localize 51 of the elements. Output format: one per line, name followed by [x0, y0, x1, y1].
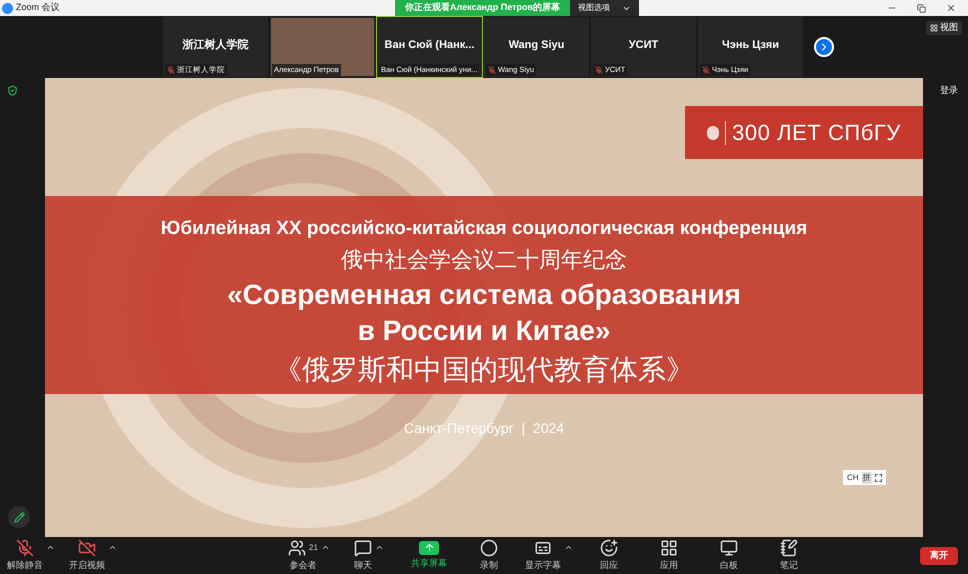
slide-heading: 《俄罗斯和中国的现代教育体系》: [274, 352, 694, 388]
logo-text: 300 ЛЕТ СПбГУ: [732, 119, 901, 147]
toolbar-button[interactable]: 共享屏幕: [411, 540, 447, 570]
window-title: Zoom 会议: [16, 1, 60, 14]
apps-icon: [660, 538, 678, 557]
slide-heading: 俄中社会学会议二十周年纪念: [341, 246, 627, 274]
sign-in-button[interactable]: 登录: [940, 84, 958, 98]
participant-name: УСИТ: [628, 38, 658, 53]
input-mode-label: CH: [847, 472, 859, 484]
pinyin-label: 拼: [862, 472, 872, 484]
share-screen-icon: [419, 540, 439, 555]
record-icon: [480, 538, 498, 557]
toolbar-button[interactable]: 聊天: [354, 538, 372, 572]
slide-heading: Юбилейная XX российско-китайская социологическая конференция: [160, 217, 808, 241]
toolbar-button[interactable]: 笔记: [780, 538, 798, 572]
participant-name: Ван Сюй (Нанк...: [384, 38, 474, 53]
view-button[interactable]: 视图: [926, 21, 962, 35]
toolbar-button[interactable]: 显示字幕: [525, 538, 561, 572]
next-page-button[interactable]: [814, 37, 834, 57]
expand-icon: [874, 474, 882, 482]
toolbar-button[interactable]: 21 参会者: [288, 538, 318, 572]
toolbar-button[interactable]: 白板: [720, 538, 738, 572]
shield-check-icon: [7, 85, 18, 96]
participant-name: Wang Siyu: [508, 38, 564, 53]
view-options-button[interactable]: 视图选项: [570, 0, 640, 16]
viewing-banner: 你正在观看Александр Петров的屏幕: [395, 0, 570, 16]
zoom-logo-icon: [2, 2, 13, 14]
muted-microphone-icon: [16, 538, 34, 557]
slide-footer: Санкт-Петербург | 2024: [404, 418, 564, 439]
grid-icon: [930, 24, 938, 32]
participant-count: 21: [309, 542, 318, 554]
people-icon: [288, 538, 306, 557]
toolbar-button[interactable]: 录制: [480, 538, 498, 572]
toolbar-button[interactable]: 解除静音: [7, 538, 43, 572]
leave-button[interactable]: 离开: [920, 546, 958, 564]
video-off-icon: [78, 538, 96, 557]
notes-icon: [780, 538, 798, 557]
toolbar-button[interactable]: 回应: [600, 538, 618, 572]
toolbar-button[interactable]: 应用: [660, 538, 678, 572]
chat-bubble-icon: [354, 538, 372, 557]
slide-heading: в России и Китае»: [358, 314, 610, 348]
participant-name: 浙江树人学院: [182, 38, 248, 53]
close-icon[interactable]: [946, 3, 956, 13]
restore-icon[interactable]: [917, 4, 926, 12]
participant-name: Чэнь Цзяи: [722, 38, 779, 53]
annotate-button[interactable]: [8, 506, 30, 528]
whiteboard-icon: [720, 538, 738, 557]
pencil-icon: [14, 512, 24, 522]
toolbar-button[interactable]: 开启视频: [69, 538, 105, 572]
smiley-icon: [600, 538, 618, 557]
slide-heading: «Современная система образования: [227, 278, 741, 312]
